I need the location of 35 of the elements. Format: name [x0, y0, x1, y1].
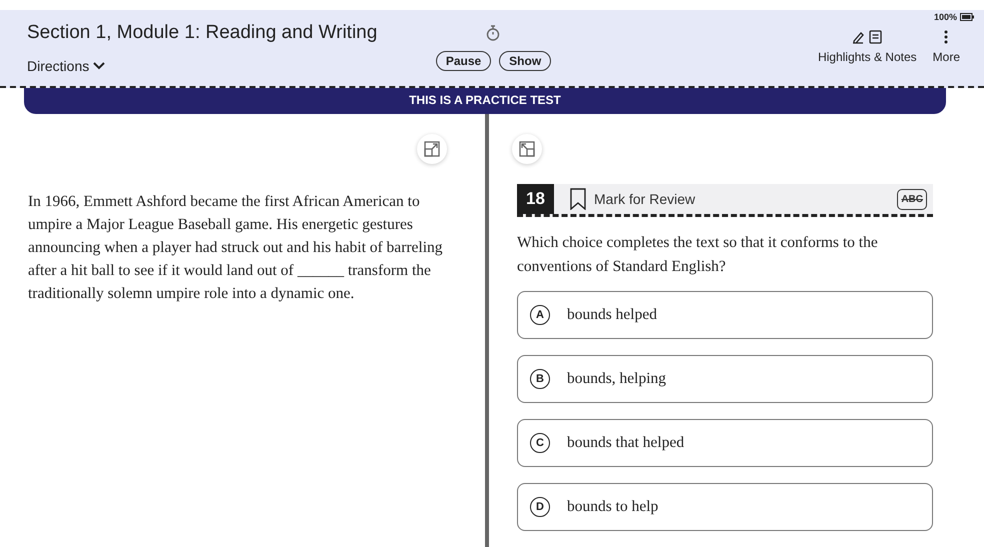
- timer-button[interactable]: Show: [499, 51, 552, 71]
- highlighter-note-icon: [851, 30, 884, 44]
- timer-button[interactable]: Pause: [436, 51, 492, 71]
- choice-letter: B: [530, 369, 550, 389]
- mark-for-review-button[interactable]: Mark for Review: [554, 188, 898, 210]
- choice-letter: D: [530, 497, 550, 517]
- choice-text: bounds, helping: [567, 370, 666, 388]
- practice-test-banner: THIS IS A PRACTICE TEST: [24, 88, 946, 114]
- answer-eliminator-button[interactable]: ABC: [897, 188, 927, 210]
- battery-icon: [960, 13, 974, 21]
- expand-icon: [424, 141, 440, 157]
- answer-choice[interactable]: B bounds, helping: [517, 355, 933, 403]
- expand-icon: [519, 141, 535, 157]
- battery-percent: 100%: [934, 12, 957, 22]
- expand-button[interactable]: [417, 134, 447, 164]
- section-title: Section 1, Module 1: Reading and Writing: [27, 22, 378, 44]
- highlights-notes-button[interactable]: Highlights & Notes: [818, 30, 917, 64]
- bookmark-icon: [570, 188, 586, 210]
- choice-letter: A: [530, 305, 550, 325]
- more-icon: [944, 30, 948, 44]
- more-button[interactable]: More: [932, 30, 960, 64]
- expand-button[interactable]: [512, 134, 542, 164]
- choice-text: bounds helped: [567, 306, 657, 324]
- choice-text: bounds to help: [567, 498, 658, 516]
- stopwatch-icon: [486, 25, 500, 41]
- chevron-down-icon: [93, 62, 106, 70]
- choice-text: bounds that helped: [567, 434, 684, 452]
- answer-choice[interactable]: A bounds helped: [517, 291, 933, 339]
- question-prompt: Which choice completes the text so that it conforms to the conventions of Standard English?: [517, 233, 879, 277]
- choice-letter: C: [530, 433, 550, 453]
- answer-choice[interactable]: C bounds that helped: [517, 419, 933, 467]
- directions-button[interactable]: Directions: [27, 58, 106, 74]
- passage-text: In 1966, Emmett Ashford became the first African American to umpire a Major League Baseball game. His energetic gestures announcing when a player had struck out and his habit of barreling after a hit ball to see if it would land out of ______ transform the traditionally solemn umpire role into a dynamic one.: [28, 192, 444, 304]
- question-number: 18: [517, 184, 554, 214]
- answer-choice[interactable]: D bounds to help: [517, 483, 933, 531]
